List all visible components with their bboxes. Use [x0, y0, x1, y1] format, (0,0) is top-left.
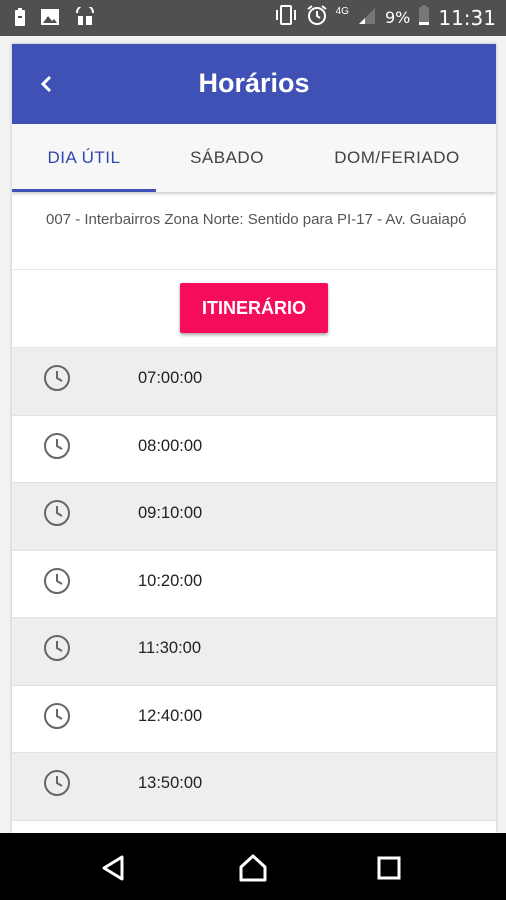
clock-icon: [44, 635, 70, 661]
clock-icon: [44, 770, 70, 796]
image-icon: [40, 8, 60, 31]
cast-icon: [74, 4, 96, 32]
navigation-bar: [0, 833, 506, 900]
times-list: 07:00:00 08:00:00 09:10:00 10:20:00 11:3…: [12, 348, 496, 833]
time-row[interactable]: [12, 821, 496, 834]
nav-recents-button[interactable]: [372, 851, 406, 885]
tab-dom-feriado[interactable]: DOM/FERIADO: [298, 124, 496, 192]
network-type-label: 4G: [335, 6, 349, 17]
home-icon: [239, 854, 267, 882]
time-row[interactable]: 12:40:00: [12, 686, 496, 753]
nav-home-button[interactable]: [236, 851, 270, 885]
status-bar: 4G 9% 11:31: [0, 0, 506, 36]
time-row[interactable]: 08:00:00: [12, 416, 496, 483]
clipboard-icon: [14, 7, 26, 32]
tab-indicator: [12, 189, 156, 192]
clock-icon: [44, 702, 70, 729]
departure-time: 13:50:00: [138, 774, 203, 792]
schedule-screen: Horários DIA ÚTIL SÁBADO DOM/FERIADO 007…: [12, 44, 496, 833]
departure-time: 11:30:00: [138, 639, 202, 657]
triangle-back-icon: [102, 855, 124, 881]
clock-icon: [44, 365, 70, 391]
day-type-tabs: DIA ÚTIL SÁBADO DOM/FERIADO: [12, 124, 496, 192]
itinerary-button[interactable]: ITINERÁRIO: [180, 283, 328, 333]
clock-time: 11:31: [438, 5, 496, 30]
vibrate-icon: [274, 4, 298, 31]
battery-icon: [418, 4, 430, 31]
clock-icon: [44, 567, 70, 594]
square-recents-icon: [377, 856, 401, 880]
itinerary-section: ITINERÁRIO: [12, 270, 496, 348]
nav-back-button[interactable]: [96, 851, 130, 885]
notification-icons: [14, 4, 96, 32]
departure-time: 12:40:00: [138, 706, 203, 725]
departure-time: 07:00:00: [138, 369, 203, 387]
clock-icon: [44, 500, 70, 526]
departure-time: 10:20:00: [138, 571, 203, 590]
clock-icon: [44, 432, 70, 459]
page-title: Horários: [198, 68, 310, 98]
time-row[interactable]: 09:10:00: [12, 483, 496, 551]
alarm-icon: [306, 4, 328, 31]
time-row[interactable]: 11:30:00: [12, 618, 496, 686]
system-icons: 4G 9% 11:31: [274, 4, 496, 31]
battery-percent: 9%: [384, 8, 411, 27]
signal-icon: [357, 5, 377, 30]
tab-sabado[interactable]: SÁBADO: [156, 124, 298, 192]
app-bar: Horários: [12, 44, 496, 124]
departure-time: 09:10:00: [138, 504, 203, 522]
departure-time: 08:00:00: [138, 436, 203, 455]
route-description: 007 - Interbairros Zona Norte: Sentido p…: [12, 192, 496, 270]
time-row[interactable]: 13:50:00: [12, 753, 496, 821]
tab-dia-util[interactable]: DIA ÚTIL: [12, 124, 156, 192]
time-row[interactable]: 10:20:00: [12, 551, 496, 618]
time-row[interactable]: 07:00:00: [12, 348, 496, 416]
